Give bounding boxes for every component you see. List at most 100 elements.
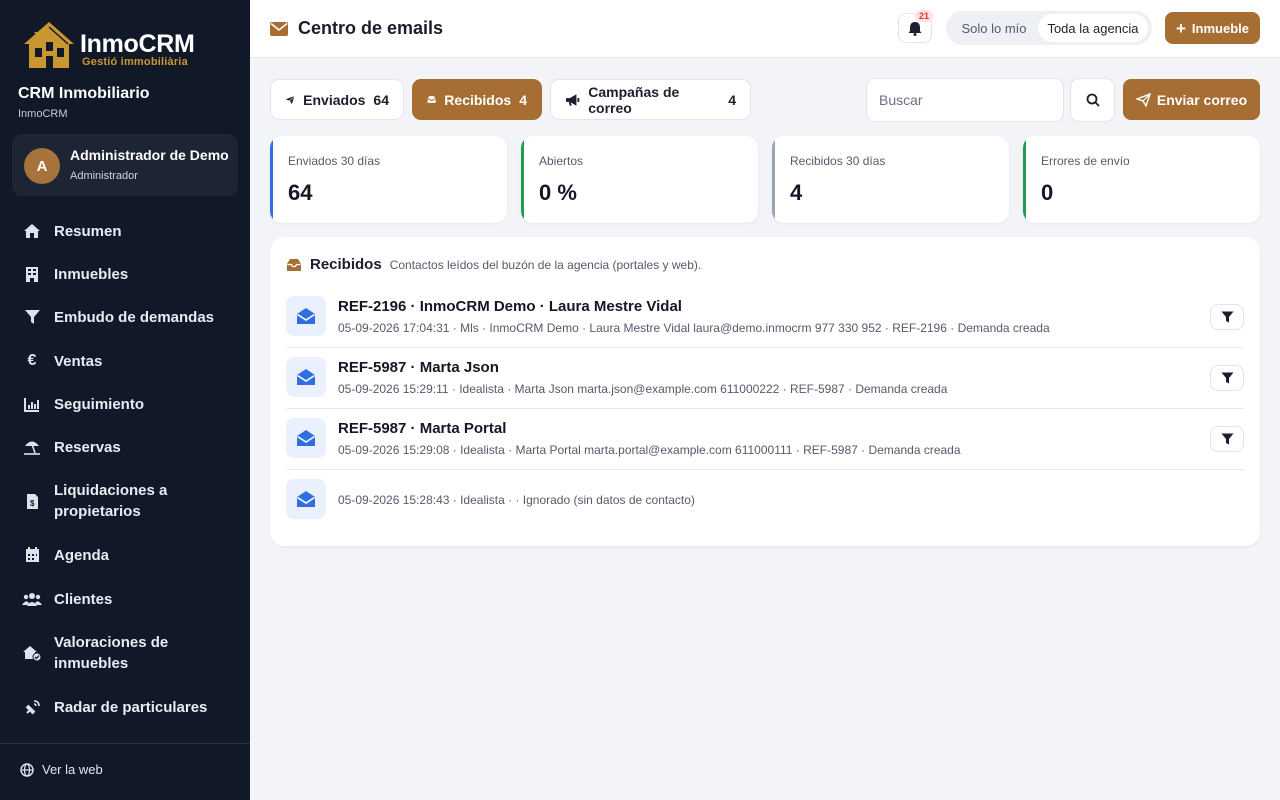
sidebar-item-resumen[interactable]: Resumen xyxy=(0,210,250,252)
sidebar-item-label: Seguimiento xyxy=(54,395,145,413)
list-item-meta: 05-09-2026 15:28:43 · Idealista · · Igno… xyxy=(338,493,695,507)
view-website-link[interactable]: Ver la web xyxy=(20,762,103,777)
received-panel: Recibidos Contactos leídos del buzón de … xyxy=(270,237,1260,546)
logo-house-icon xyxy=(24,22,74,68)
panel-title: Recibidos xyxy=(310,256,382,273)
send-email-label: Enviar correo xyxy=(1156,91,1248,108)
stat-label: Enviados 30 días xyxy=(288,154,381,168)
sidebar-item-label: Liquidaciones a propietarios xyxy=(54,482,168,520)
sidebar-item-label: Reservas xyxy=(54,438,121,456)
paper-plane-icon xyxy=(285,95,295,104)
envelope-icon xyxy=(270,21,288,36)
filter-button[interactable] xyxy=(1210,365,1244,391)
sidebar-item-valoraciones[interactable]: Valoraciones de inmuebles xyxy=(0,632,250,674)
list-item[interactable]: 05-09-2026 15:28:43 · Idealista · · Igno… xyxy=(286,470,1244,531)
sidebar-item-ventas[interactable]: € Ventas xyxy=(0,340,250,382)
invoice-icon: $ xyxy=(22,491,42,511)
sidebar-footer: Ver la web xyxy=(0,743,250,800)
users-icon xyxy=(22,589,42,609)
stat-card-send-errors: Errores de envío 0 xyxy=(1023,136,1260,223)
envelope-open-icon xyxy=(286,357,326,397)
page-title-text: Centro de emails xyxy=(298,18,444,38)
filter-button[interactable] xyxy=(1210,304,1244,330)
scope-option-mine[interactable]: Solo lo mío xyxy=(950,14,1038,42)
filter-icon xyxy=(1221,433,1233,445)
sidebar-item-reservas[interactable]: Reservas xyxy=(0,426,250,468)
tab-campaigns-count: 4 xyxy=(728,91,736,108)
tab-sent-count: 64 xyxy=(373,91,389,108)
umbrella-beach-icon xyxy=(22,437,42,457)
stat-label: Abiertos xyxy=(539,154,584,168)
tab-sent-label: Enviados xyxy=(303,91,366,108)
plus-icon: + xyxy=(1175,18,1186,38)
user-card[interactable]: A Administrador de Demo Administrador xyxy=(12,134,238,196)
tab-sent[interactable]: Enviados 64 xyxy=(270,79,404,120)
notifications-button[interactable]: 21 xyxy=(898,10,934,43)
view-website-label: Ver la web xyxy=(42,762,103,777)
user-name: Administrador de Demo xyxy=(70,147,229,163)
house-check-icon xyxy=(22,643,42,663)
logo-subtitle: Gestió immobiliària xyxy=(82,56,188,68)
stat-card-opened: Abiertos 0 % xyxy=(521,136,758,223)
sidebar-item-label: Embudo de demandas xyxy=(54,308,215,326)
envelope-open-icon xyxy=(286,418,326,458)
panel-description: Contactos leídos del buzón de la agencia… xyxy=(389,257,702,272)
logo-title: InmoCRM xyxy=(80,30,195,58)
stat-value: 64 xyxy=(288,180,313,205)
sidebar-item-label: Radar de particulares xyxy=(54,698,208,716)
sidebar-item-seguimiento[interactable]: Seguimiento xyxy=(0,383,250,425)
send-email-button[interactable]: Enviar correo xyxy=(1123,79,1260,120)
search-input[interactable] xyxy=(866,78,1064,122)
sidebar-item-inmuebles[interactable]: Inmuebles xyxy=(0,253,250,295)
tab-campaigns[interactable]: Campañas de correo 4 xyxy=(550,79,751,120)
list-item-meta: 05-09-2026 15:29:08 · Idealista · Marta … xyxy=(338,443,961,457)
building-icon xyxy=(22,264,42,284)
topbar: Centro de emails 21 Solo lo mío Toda la … xyxy=(250,0,1280,58)
sidebar-item-liquidaciones[interactable]: $ Liquidaciones a propietarios xyxy=(0,480,250,522)
new-property-label: Inmueble xyxy=(1191,20,1249,36)
scope-toggle: Solo lo mío Toda la agencia xyxy=(946,11,1152,45)
svg-text:$: $ xyxy=(30,499,35,508)
list-item-meta: 05-09-2026 15:29:11 · Idealista · Marta … xyxy=(338,382,948,396)
envelope-open-icon xyxy=(286,296,326,336)
inbox-icon xyxy=(287,258,301,271)
tab-received[interactable]: Recibidos 4 xyxy=(412,79,542,120)
sidebar-item-radar[interactable]: Radar de particulares xyxy=(0,686,250,728)
tab-campaigns-label: Campañas de correo xyxy=(588,83,680,116)
stat-value: 0 % xyxy=(539,180,577,205)
brand-logo[interactable]: InmoCRM Gestió immobiliària xyxy=(20,18,200,74)
filter-icon xyxy=(1221,311,1233,323)
stat-label: Errores de envío xyxy=(1041,154,1130,168)
sidebar: InmoCRM Gestió immobiliària CRM Inmobili… xyxy=(0,0,250,800)
panel-header: Recibidos Contactos leídos del buzón de … xyxy=(286,256,701,273)
sidebar-item-label: Valoraciones de inmuebles xyxy=(54,634,169,672)
search-button[interactable] xyxy=(1070,78,1115,122)
notifications-count-badge: 21 xyxy=(915,10,934,22)
paper-plane-icon xyxy=(1135,92,1151,107)
sidebar-item-label: Inmuebles xyxy=(54,265,129,283)
new-property-button[interactable]: + Inmueble xyxy=(1165,12,1260,44)
scope-option-agency[interactable]: Toda la agencia xyxy=(1038,14,1148,42)
stat-label: Recibidos 30 días xyxy=(790,154,886,168)
list-item[interactable]: REF-2196 · InmoCRM Demo · Laura Mestre V… xyxy=(286,287,1244,348)
filter-icon xyxy=(1221,372,1233,384)
megaphone-icon xyxy=(565,93,580,106)
sidebar-item-embudo[interactable]: Embudo de demandas xyxy=(0,296,250,338)
avatar: A xyxy=(24,148,60,184)
sidebar-item-label: Resumen xyxy=(54,222,122,240)
sidebar-item-clientes[interactable]: Clientes xyxy=(0,578,250,620)
globe-icon xyxy=(20,762,34,777)
list-item[interactable]: REF-5987 · Marta Portal 05-09-2026 15:29… xyxy=(286,409,1244,470)
sidebar-item-agenda[interactable]: Agenda xyxy=(0,534,250,576)
calendar-icon xyxy=(22,545,42,565)
page-title: Centro de emails xyxy=(270,18,443,39)
inbox-icon xyxy=(427,96,436,103)
list-item-title: REF-2196 · InmoCRM Demo · Laura Mestre V… xyxy=(338,298,682,315)
tab-received-count: 4 xyxy=(519,91,527,108)
crm-title: CRM Inmobiliario xyxy=(18,85,150,102)
envelope-open-icon xyxy=(286,479,326,519)
sidebar-item-label: Ventas xyxy=(54,352,103,370)
filter-button[interactable] xyxy=(1210,426,1244,452)
list-item[interactable]: REF-5987 · Marta Json 05-09-2026 15:29:1… xyxy=(286,348,1244,409)
stat-card-sent-30d: Enviados 30 días 64 xyxy=(270,136,507,223)
